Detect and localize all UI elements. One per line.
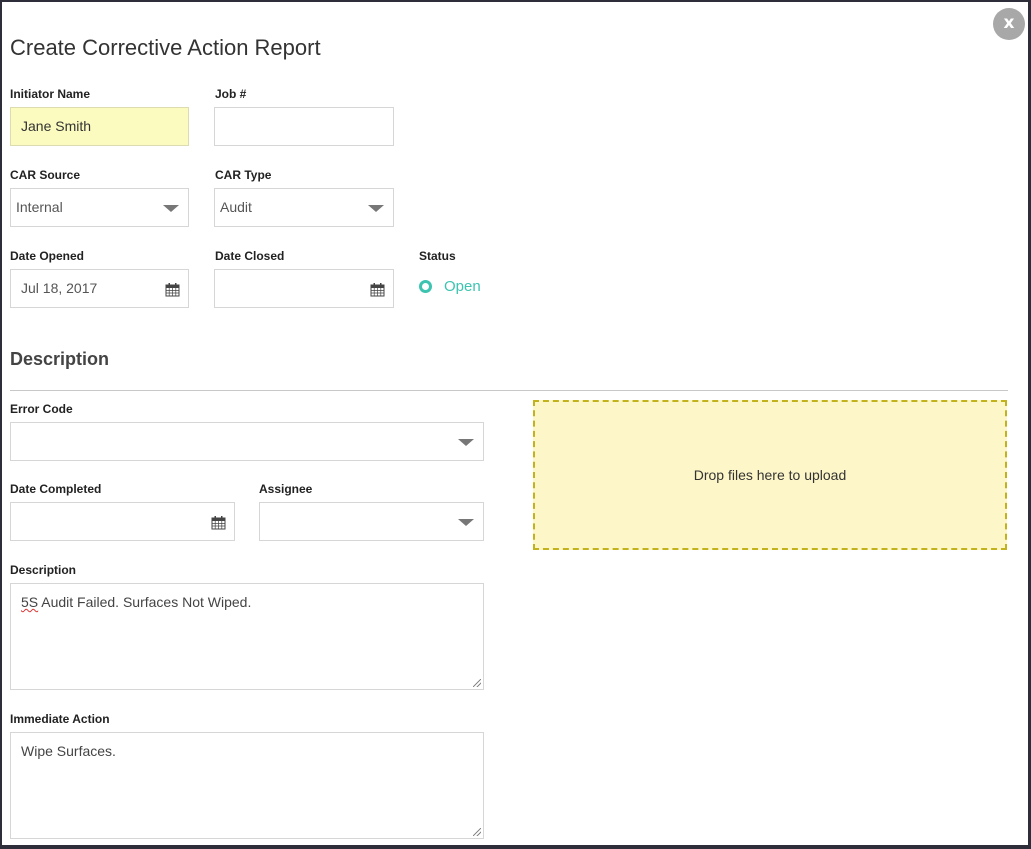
page-title: Create Corrective Action Report	[10, 35, 321, 60]
calendar-icon[interactable]	[211, 515, 226, 530]
initiator-name-input[interactable]: Jane Smith	[10, 107, 189, 146]
chevron-down-icon	[458, 519, 474, 526]
car-source-value: Internal	[16, 199, 63, 215]
assignee-label: Assignee	[259, 482, 313, 496]
status-label: Status	[419, 249, 456, 263]
job-number-label: Job #	[215, 87, 247, 101]
description-textarea[interactable]: 5S Audit Failed. Surfaces Not Wiped.	[10, 583, 484, 690]
calendar-icon[interactable]	[165, 282, 180, 297]
immediate-action-label: Immediate Action	[10, 712, 110, 726]
misspelled-word: 5S	[21, 594, 39, 610]
section-divider	[10, 390, 1008, 391]
error-code-label: Error Code	[10, 402, 73, 416]
description-text: Audit Failed. Surfaces Not Wiped.	[38, 594, 252, 610]
close-button[interactable]: x	[993, 8, 1025, 40]
resize-handle-icon[interactable]	[473, 828, 481, 836]
circle-ring-icon	[419, 280, 432, 293]
resize-handle-icon[interactable]	[473, 679, 481, 687]
date-opened-input[interactable]: Jul 18, 2017	[10, 269, 189, 308]
date-completed-input[interactable]	[10, 502, 235, 541]
car-source-select[interactable]: Internal	[10, 188, 189, 227]
car-type-value: Audit	[220, 199, 252, 215]
date-closed-input[interactable]	[214, 269, 394, 308]
immediate-action-text: Wipe Surfaces.	[21, 743, 116, 759]
immediate-action-textarea[interactable]: Wipe Surfaces.	[10, 732, 484, 839]
chevron-down-icon	[458, 439, 474, 446]
car-type-label: CAR Type	[215, 168, 272, 182]
initiator-name-label: Initiator Name	[10, 87, 91, 101]
date-opened-label: Date Opened	[10, 249, 85, 263]
chevron-down-icon	[368, 205, 384, 212]
date-closed-label: Date Closed	[215, 249, 285, 263]
dropzone-text: Drop files here to upload	[693, 467, 847, 483]
error-code-select[interactable]	[10, 422, 484, 461]
status-indicator: Open	[419, 278, 481, 295]
car-type-select[interactable]: Audit	[214, 188, 394, 227]
file-dropzone[interactable]: Drop files here to upload	[533, 400, 1007, 550]
date-completed-label: Date Completed	[10, 482, 102, 496]
create-car-modal: x Create Corrective Action Report Initia…	[2, 2, 1028, 845]
calendar-icon[interactable]	[370, 282, 385, 297]
car-source-label: CAR Source	[10, 168, 81, 182]
chevron-down-icon	[163, 205, 179, 212]
section-title-description: Description	[10, 349, 110, 369]
job-number-input[interactable]	[214, 107, 394, 146]
assignee-select[interactable]	[259, 502, 484, 541]
close-icon: x	[1003, 13, 1015, 33]
description-label: Description	[10, 563, 77, 577]
status-value: Open	[444, 278, 481, 295]
date-opened-value: Jul 18, 2017	[21, 280, 98, 296]
